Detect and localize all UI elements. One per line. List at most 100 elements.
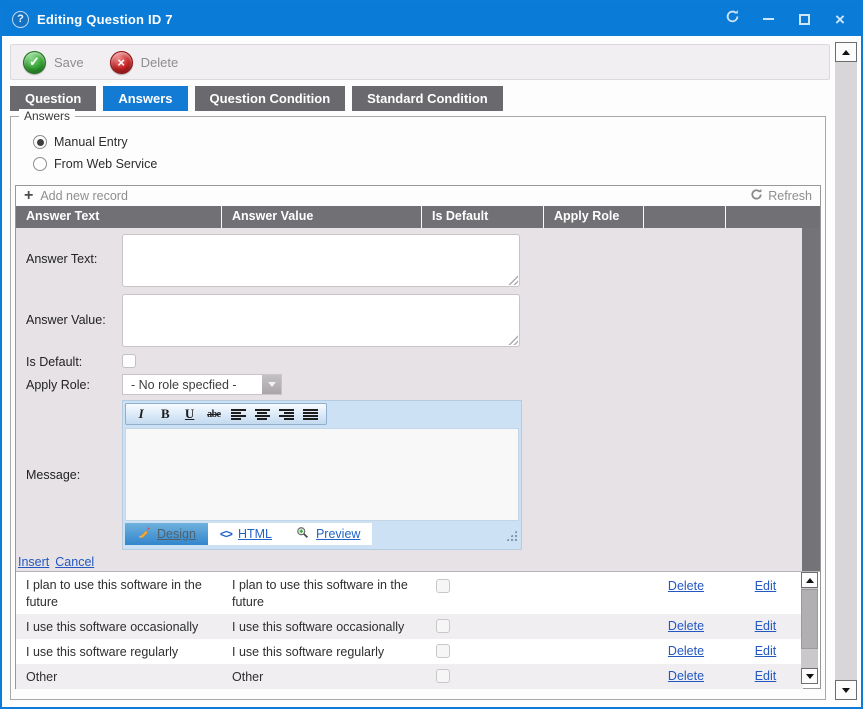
cell-answer-text: Other bbox=[16, 664, 222, 689]
align-right-icon[interactable] bbox=[276, 405, 298, 423]
editor-toolbar: I B U abe bbox=[123, 401, 521, 428]
refresh-window-button[interactable] bbox=[723, 10, 741, 28]
tab-standard-condition[interactable]: Standard Condition bbox=[352, 86, 503, 111]
cell-answer-value: I use this software occasionally bbox=[222, 614, 422, 639]
radio-from-web-service-label: From Web Service bbox=[54, 157, 157, 171]
is-default-checkbox[interactable] bbox=[436, 644, 450, 658]
bold-icon[interactable]: B bbox=[154, 405, 176, 423]
align-left-icon[interactable] bbox=[227, 405, 249, 423]
delete-label: Delete bbox=[141, 55, 179, 70]
editor-content-area[interactable] bbox=[125, 428, 519, 521]
align-center-icon[interactable] bbox=[251, 405, 273, 423]
is-default-label: Is Default: bbox=[26, 355, 82, 369]
column-header-apply-role[interactable]: Apply Role bbox=[544, 206, 644, 228]
edit-row-link[interactable]: Edit bbox=[755, 578, 777, 595]
cell-delete: Delete bbox=[644, 639, 726, 664]
scroll-down-button[interactable] bbox=[801, 668, 818, 684]
title-bar: ? Editing Question ID 7 × bbox=[2, 2, 861, 36]
delete-row-link[interactable]: Delete bbox=[668, 668, 704, 685]
apply-role-dropdown[interactable]: - No role specfied - bbox=[122, 374, 282, 395]
save-button[interactable]: ✓ Save bbox=[23, 51, 84, 74]
answer-value-input[interactable] bbox=[122, 294, 520, 347]
cell-answer-text: I use this software regularly bbox=[16, 639, 222, 664]
mode-tab-html[interactable]: <> HTML bbox=[208, 523, 284, 545]
grid-rows-area: I plan to use this software in the futur… bbox=[16, 571, 820, 688]
cell-apply-role bbox=[544, 664, 644, 689]
table-row[interactable]: I use this software occasionally I use t… bbox=[16, 614, 803, 639]
scroll-up-button[interactable] bbox=[801, 572, 818, 588]
save-check-icon: ✓ bbox=[23, 51, 46, 74]
mode-tab-design[interactable]: Design bbox=[125, 523, 208, 545]
cell-delete: Delete bbox=[644, 614, 726, 639]
cell-answer-text: I plan to use this software in the futur… bbox=[16, 572, 222, 614]
delete-button[interactable]: × Delete bbox=[110, 51, 179, 74]
code-icon: <> bbox=[220, 527, 232, 541]
window-scrollbar[interactable] bbox=[835, 42, 857, 700]
grid-refresh-icon bbox=[750, 188, 763, 204]
cell-edit: Edit bbox=[726, 664, 803, 689]
maximize-button[interactable] bbox=[795, 10, 813, 28]
insert-link[interactable]: Insert bbox=[18, 555, 49, 569]
is-default-checkbox[interactable] bbox=[436, 619, 450, 633]
scroll-down-button[interactable] bbox=[835, 680, 857, 700]
tab-question[interactable]: Question bbox=[10, 86, 96, 111]
tab-question-condition[interactable]: Question Condition bbox=[195, 86, 346, 111]
apply-role-value: - No role specfied - bbox=[123, 375, 262, 394]
edit-row-link[interactable]: Edit bbox=[755, 668, 777, 685]
tab-answers[interactable]: Answers bbox=[103, 86, 187, 111]
column-header-is-default[interactable]: Is Default bbox=[422, 206, 544, 228]
editor-resize-grip-icon[interactable] bbox=[506, 530, 517, 541]
radio-from-web-service[interactable]: From Web Service bbox=[33, 157, 157, 171]
grid-scrollbar[interactable] bbox=[801, 572, 818, 684]
triangle-up-icon bbox=[842, 50, 850, 55]
mode-tab-preview[interactable]: Preview bbox=[284, 523, 372, 545]
delete-row-link[interactable]: Delete bbox=[668, 578, 704, 595]
dropdown-button[interactable] bbox=[262, 375, 281, 394]
delete-row-link[interactable]: Delete bbox=[668, 643, 704, 660]
refresh-icon bbox=[725, 9, 740, 29]
table-row[interactable]: I plan to use this software in the futur… bbox=[16, 572, 803, 614]
add-new-record-button[interactable]: + Add new record bbox=[24, 188, 128, 204]
answer-text-input[interactable] bbox=[122, 234, 520, 287]
minimize-button[interactable] bbox=[759, 10, 777, 28]
is-default-checkbox[interactable] bbox=[436, 669, 450, 683]
plus-icon: + bbox=[24, 188, 33, 204]
underline-icon[interactable]: U bbox=[179, 405, 201, 423]
column-header-answer-text[interactable]: Answer Text bbox=[16, 206, 222, 228]
cell-edit: Edit bbox=[726, 572, 803, 614]
italic-icon[interactable]: I bbox=[130, 405, 152, 423]
pencil-icon bbox=[137, 526, 151, 543]
delete-row-link[interactable]: Delete bbox=[668, 618, 704, 635]
triangle-down-icon bbox=[842, 688, 850, 693]
grid-toolbar: + Add new record Refresh bbox=[16, 186, 820, 206]
close-button[interactable]: × bbox=[831, 10, 849, 28]
answer-value-label: Answer Value: bbox=[26, 313, 106, 327]
minimize-icon bbox=[763, 18, 774, 20]
radio-manual-entry[interactable]: Manual Entry bbox=[33, 135, 128, 149]
grid-rows-list: I plan to use this software in the futur… bbox=[16, 572, 803, 689]
strikethrough-icon[interactable]: abe bbox=[203, 405, 225, 423]
message-label: Message: bbox=[26, 468, 80, 482]
table-row[interactable]: I use this software regularly I use this… bbox=[16, 639, 803, 664]
add-new-record-label: Add new record bbox=[40, 189, 128, 203]
delete-x-icon: × bbox=[110, 51, 133, 74]
cell-is-default bbox=[422, 664, 544, 689]
window-title: Editing Question ID 7 bbox=[37, 12, 173, 27]
scrollbar-thumb[interactable] bbox=[801, 589, 818, 649]
align-justify-icon[interactable] bbox=[300, 405, 322, 423]
is-default-checkbox[interactable] bbox=[122, 354, 136, 368]
edit-row-link[interactable]: Edit bbox=[755, 618, 777, 635]
grid-refresh-button[interactable]: Refresh bbox=[750, 188, 812, 204]
cancel-link[interactable]: Cancel bbox=[55, 555, 94, 569]
scroll-up-button[interactable] bbox=[835, 42, 857, 62]
cell-answer-text: I use this software occasionally bbox=[16, 614, 222, 639]
table-row[interactable]: Other Other Delete Edit bbox=[16, 664, 803, 689]
is-default-checkbox[interactable] bbox=[436, 579, 450, 593]
column-header-answer-value[interactable]: Answer Value bbox=[222, 206, 422, 228]
cell-delete: Delete bbox=[644, 572, 726, 614]
edit-row-link[interactable]: Edit bbox=[755, 643, 777, 660]
answers-grid: + Add new record Refresh Answer Text Ans… bbox=[15, 185, 821, 689]
triangle-down-icon bbox=[806, 674, 814, 679]
cell-is-default bbox=[422, 572, 544, 614]
help-icon: ? bbox=[12, 11, 29, 28]
